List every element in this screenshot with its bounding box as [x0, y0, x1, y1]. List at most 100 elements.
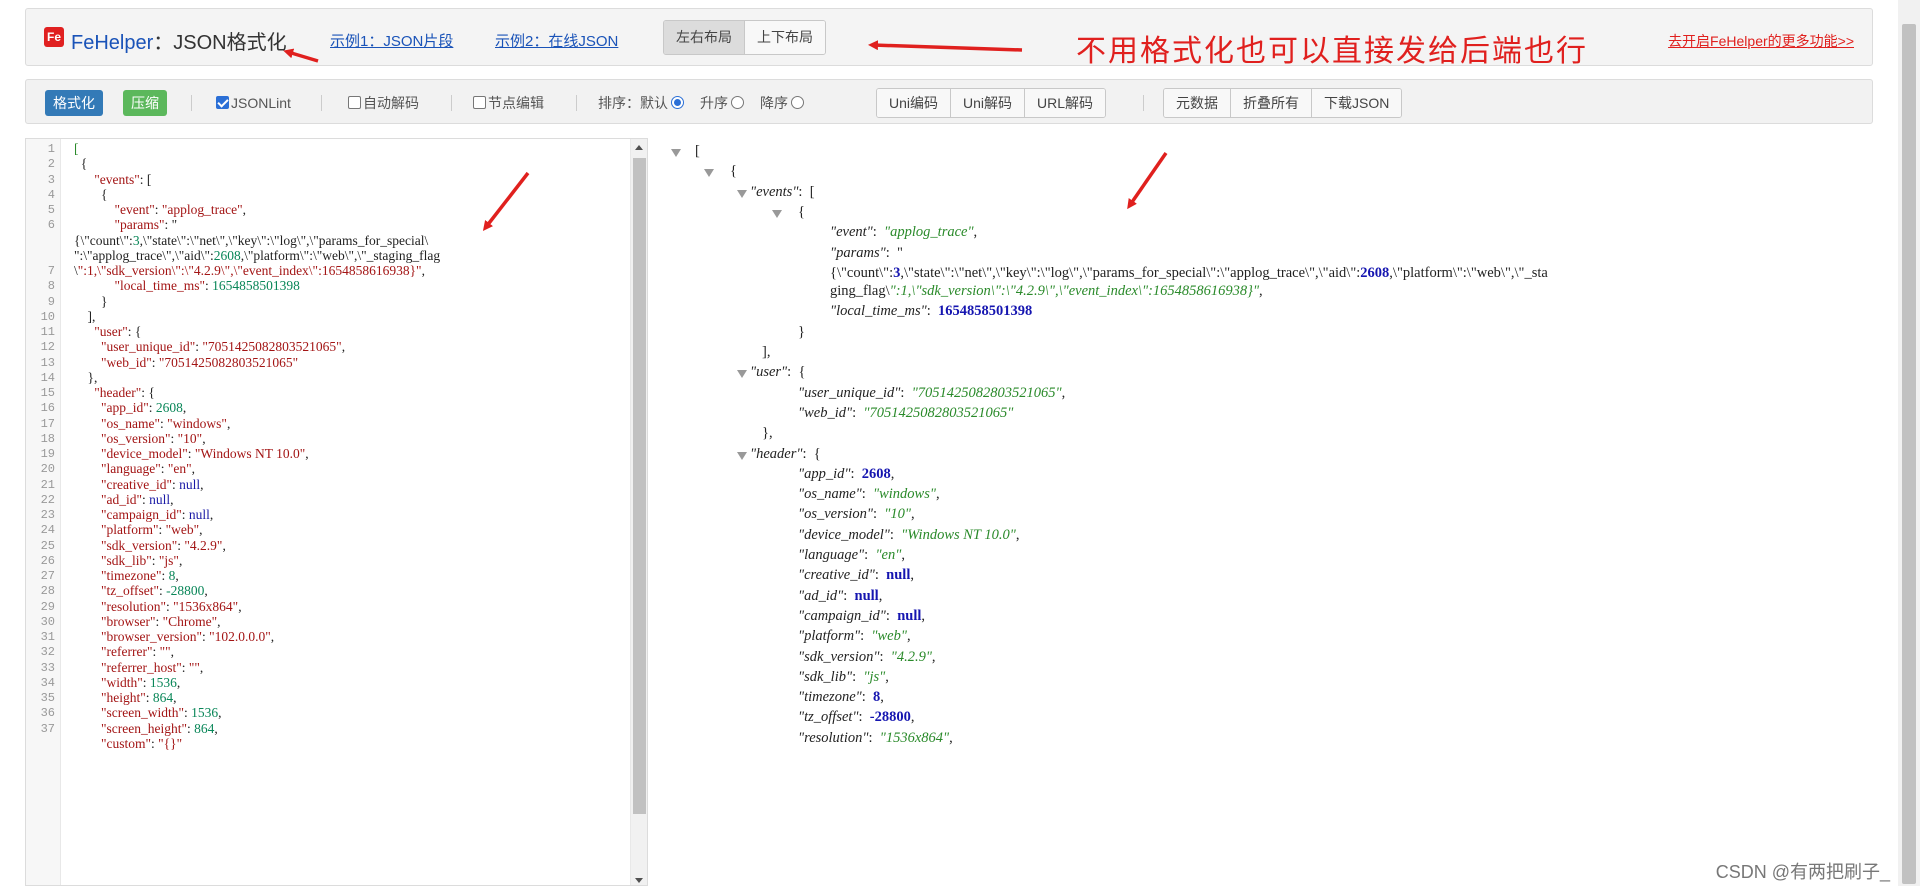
json-tree-view: [{"events": [{"event": "applog_trace", "p…	[650, 138, 1872, 886]
code-line: "screen_height": 864,	[101, 720, 218, 736]
tree-line: "resolution": "1536x864",	[798, 729, 953, 746]
collapse-triangle-icon[interactable]	[704, 169, 714, 178]
collapse-triangle-icon[interactable]	[772, 209, 782, 218]
node-edit-option[interactable]: 节点编辑	[473, 80, 544, 125]
code-line: "referrer": "",	[101, 644, 175, 660]
download-json-button[interactable]: 下载JSON	[1312, 89, 1402, 117]
sort-asc-radio[interactable]	[731, 96, 744, 109]
tree-line: "web_id": "7051425082803521065"	[798, 404, 1014, 421]
page-scroll-thumb[interactable]	[1902, 24, 1916, 884]
layout-top-bottom-button[interactable]: 上下布局	[745, 21, 825, 54]
line-number: 25	[40, 538, 55, 553]
sort-desc-label: 降序	[760, 94, 788, 111]
url-decode-button[interactable]: URL解码	[1025, 89, 1106, 117]
collapse-triangle-icon[interactable]	[671, 149, 681, 157]
code-line: "device_model": "Windows NT 10.0",	[101, 446, 309, 461]
collapse-triangle-icon[interactable]	[737, 370, 747, 379]
layout-left-right-button[interactable]: 左右布局	[664, 21, 745, 54]
code-line: "language": "en",	[101, 461, 196, 477]
scroll-up-icon[interactable]	[635, 145, 643, 150]
code-line: {	[74, 186, 108, 202]
line-number: 9	[47, 294, 55, 309]
tree-line: "user_unique_id": "7051425082803521065",	[798, 384, 1066, 401]
sort-default-radio[interactable]	[671, 96, 684, 109]
tree-line: "device_model": "Windows NT 10.0",	[798, 526, 1020, 543]
code-line: "app_id": 2608,	[101, 400, 187, 416]
format-button[interactable]: 格式化	[45, 90, 103, 116]
code-line: "resolution": "1536x864",	[101, 598, 242, 614]
toolbar: 格式化 压缩 JSONLint 自动解码 节点编辑 排序： 默认 升序 降序 U…	[25, 79, 1873, 124]
fold-all-button[interactable]: 折叠所有	[1231, 89, 1312, 117]
tree-line: "os_name": "windows",	[798, 486, 940, 503]
line-number: 36	[40, 706, 55, 721]
example1-link[interactable]: 示例1：JSON片段	[330, 30, 453, 51]
auto-decode-option[interactable]: 自动解码	[348, 80, 419, 125]
tree-line: "language": "en",	[798, 547, 905, 563]
tree-line: "header": {	[750, 445, 821, 462]
uni-encode-button[interactable]: Uni编码	[877, 89, 952, 117]
example2-link[interactable]: 示例2：在线JSON	[495, 30, 618, 51]
line-number: 27	[40, 569, 55, 583]
tree-line: "creative_id": null,	[798, 567, 914, 584]
jsonlint-checkbox[interactable]	[216, 96, 229, 109]
tree-line: {	[798, 203, 805, 220]
line-number: 35	[40, 691, 55, 705]
scroll-down-icon[interactable]	[635, 878, 643, 883]
line-number: 6	[47, 218, 55, 233]
fehelper-logo-icon: Fe	[44, 27, 64, 47]
code-line: "timezone": 8,	[101, 568, 179, 583]
line-number: 2	[47, 157, 55, 172]
code-line: "web_id": "7051425082803521065"	[101, 354, 299, 370]
sort-desc-radio[interactable]	[791, 96, 804, 109]
line-number: 4	[47, 187, 55, 202]
line-number: 20	[40, 462, 55, 477]
tree-line: },	[762, 425, 773, 442]
line-number: 17	[40, 416, 55, 431]
json-input-editor[interactable]: 1 2 3 4 5 6 7 8 9 10 11 12 13 14 15 16 17 18 19 20 21 22 23 24 2…	[25, 138, 648, 886]
code-line: "user": {	[94, 324, 142, 339]
metadata-button[interactable]: 元数据	[1164, 89, 1231, 117]
page-scrollbar[interactable]	[1898, 0, 1920, 886]
code-line: "sdk_lib": "js",	[101, 552, 183, 568]
code-line: "screen_width": 1536,	[101, 705, 222, 721]
node-edit-checkbox[interactable]	[473, 96, 486, 109]
more-features-link[interactable]: 去开启FeHelper的更多功能>>	[1668, 31, 1854, 51]
page-title: FeHelper：JSON格式化	[71, 26, 287, 55]
brand-suffix: ：JSON格式化	[153, 32, 287, 54]
jsonlint-option[interactable]: JSONLint	[216, 80, 291, 125]
line-number: 23	[40, 508, 55, 522]
code-line: "platform": "web",	[101, 522, 203, 538]
compress-button[interactable]: 压缩	[123, 90, 167, 116]
line-number: 10	[40, 309, 55, 324]
header-bar: Fe FeHelper：JSON格式化 示例1：JSON片段 示例2：在线JSO…	[25, 8, 1873, 69]
editor-scrollbar[interactable]	[630, 139, 647, 885]
uni-decode-button[interactable]: Uni解码	[951, 89, 1026, 117]
code-line: "os_version": "10",	[101, 430, 206, 446]
toolbar-divider	[191, 95, 192, 111]
tree-line: {	[730, 163, 737, 180]
code-line: [	[74, 141, 79, 156]
line-number: 34	[40, 675, 55, 690]
toolbar-divider	[451, 95, 452, 111]
tree-line: "timezone": 8,	[798, 689, 884, 706]
jsonlint-label: JSONLint	[231, 94, 291, 111]
code-line: "params": "	[114, 217, 178, 233]
collapse-triangle-icon[interactable]	[737, 189, 747, 198]
code-line: "events": [	[94, 171, 152, 187]
code-line: }	[74, 293, 108, 309]
editor-scroll-thumb[interactable]	[633, 158, 646, 814]
line-number-gutter: 1 2 3 4 5 6 7 8 9 10 11 12 13 14 15 16 17 18 19 20 21 22 23 24 2…	[26, 139, 61, 885]
layout-toggle-group: 左右布局 上下布局	[663, 20, 826, 55]
line-number: 15	[40, 386, 55, 400]
line-number: 7	[47, 264, 55, 278]
line-number: 3	[47, 172, 55, 187]
code-line: {	[74, 156, 88, 172]
code-line: "custom": "{}"	[101, 735, 183, 751]
code-line: "browser": "Chrome",	[101, 613, 221, 629]
collapse-triangle-icon[interactable]	[737, 451, 747, 460]
sort-label: 排序：	[598, 94, 640, 111]
auto-decode-checkbox[interactable]	[348, 96, 361, 109]
line-number: 18	[40, 431, 55, 446]
brand-name[interactable]: FeHelper	[71, 32, 153, 54]
line-number: 5	[47, 203, 55, 217]
